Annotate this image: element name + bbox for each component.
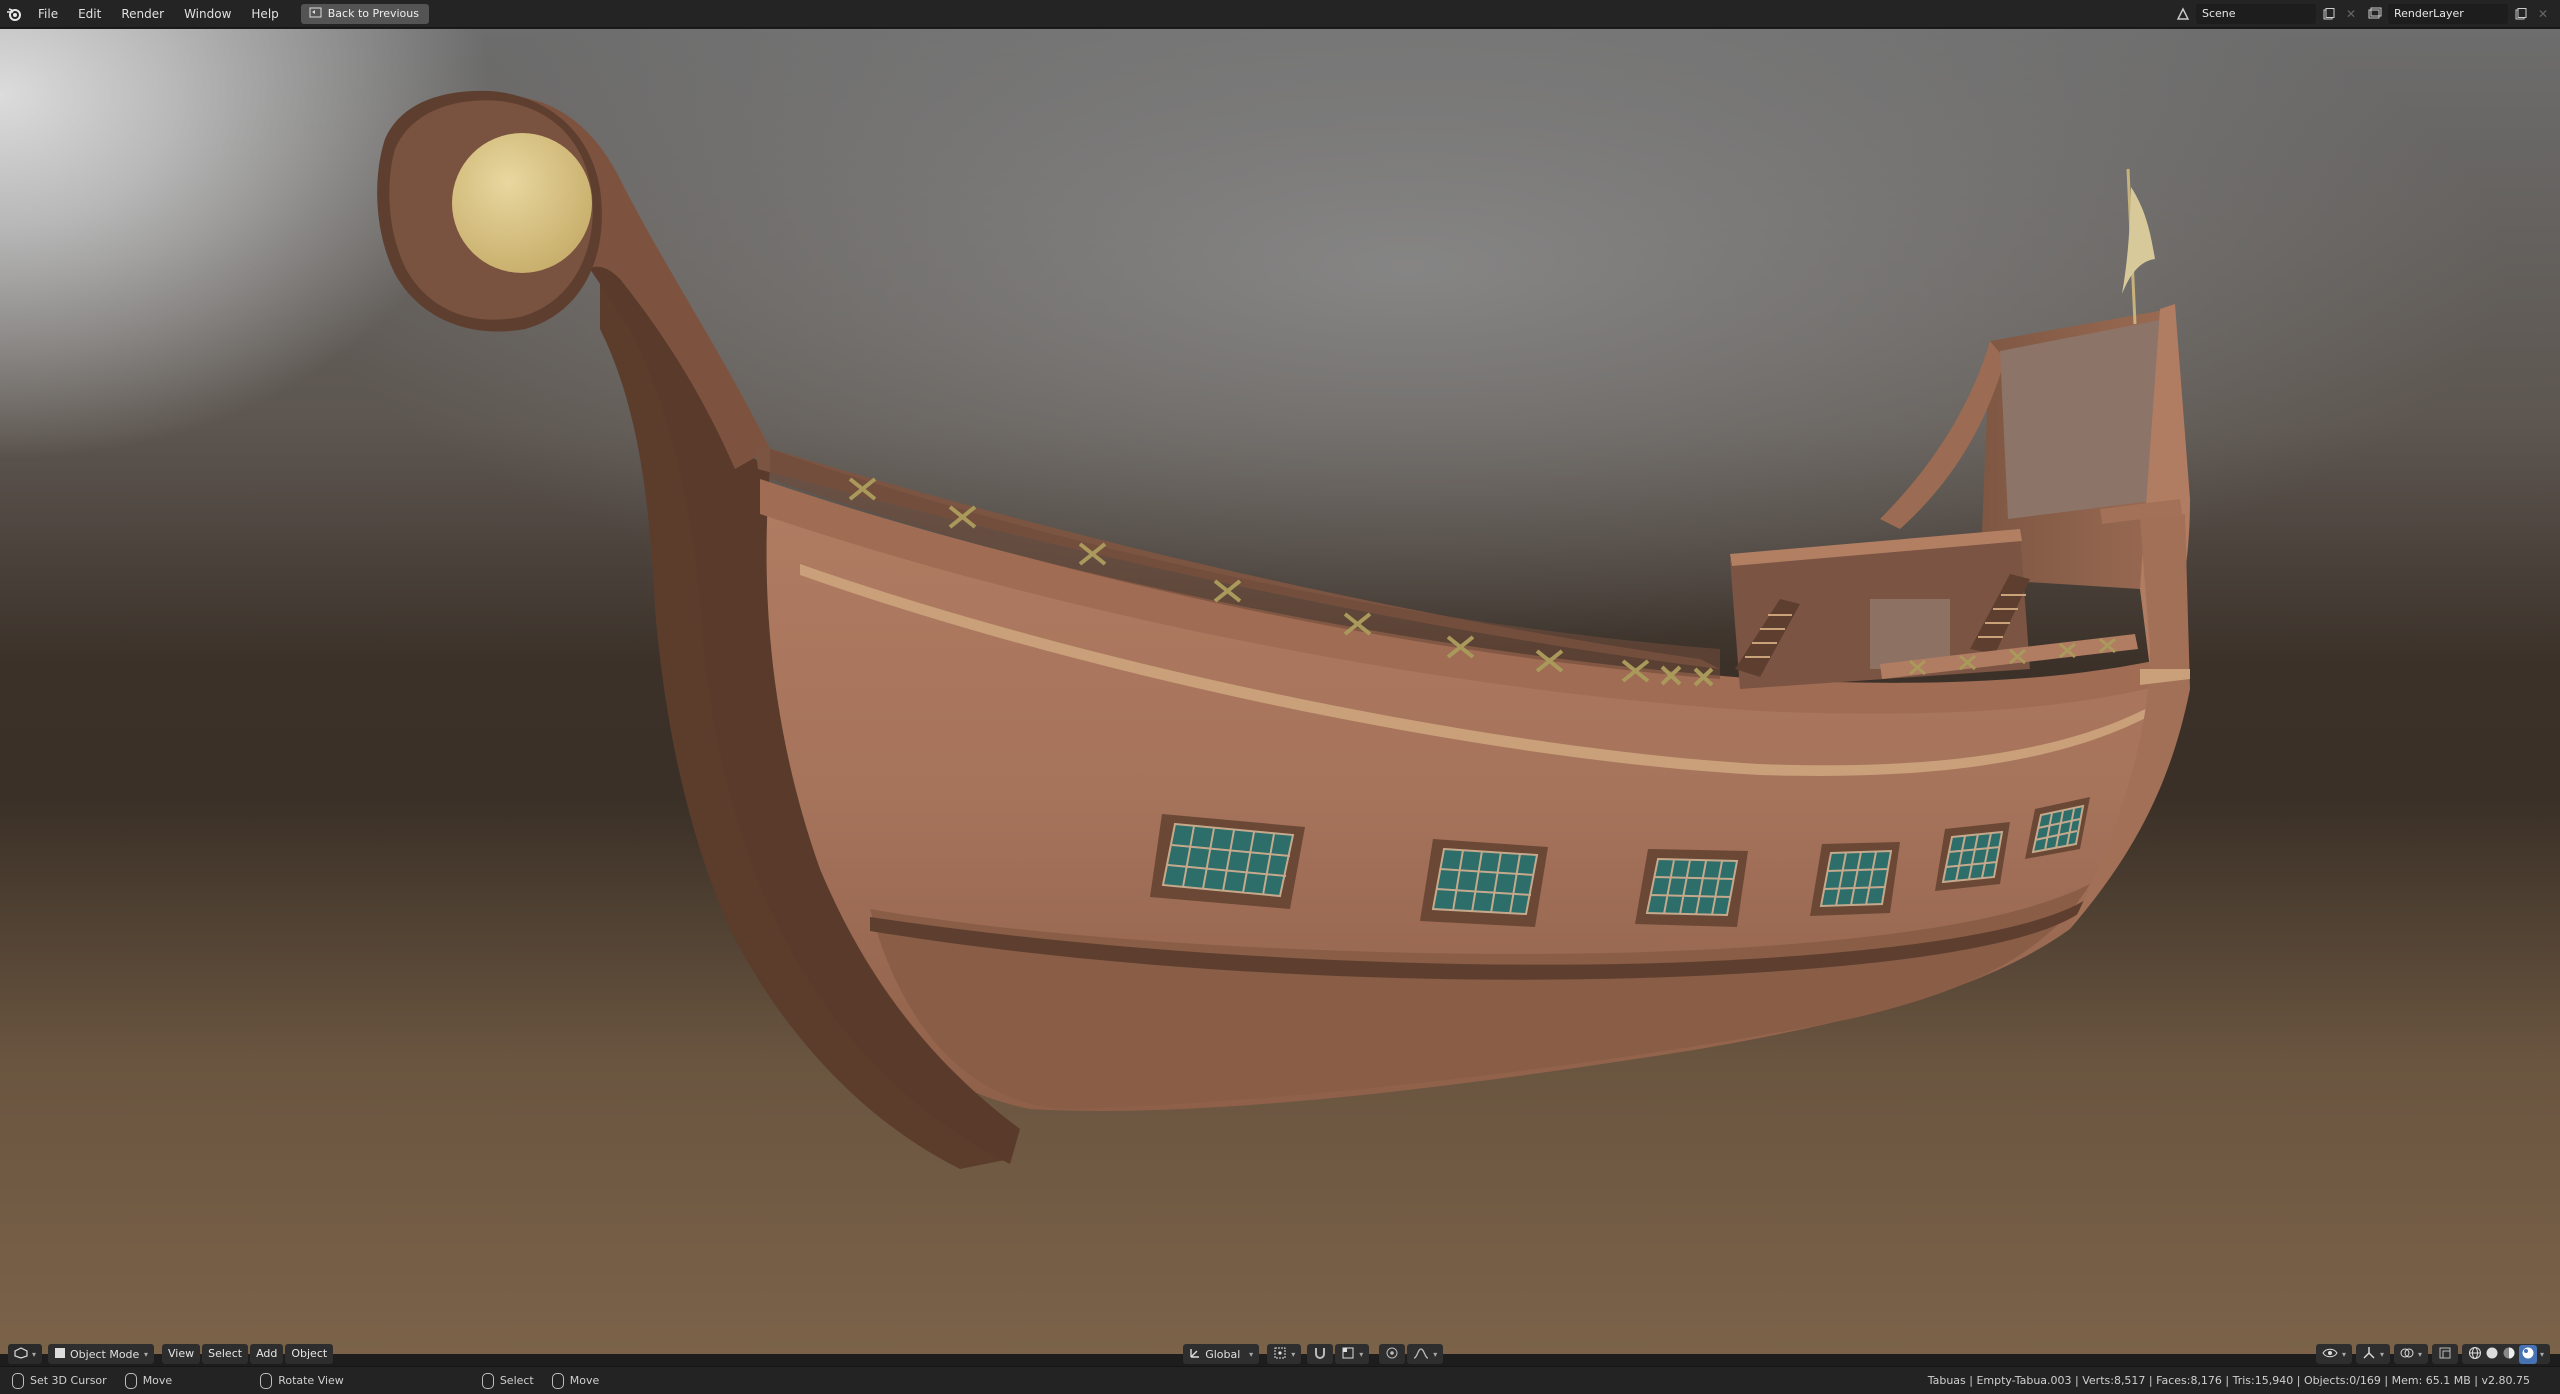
new-render-layer-icon[interactable]	[2512, 4, 2530, 24]
object-mode-label: Object Mode	[70, 1347, 140, 1361]
hint-set-3d-cursor: Set 3D Cursor	[12, 1372, 107, 1389]
chevron-down-icon: ▾	[2417, 1349, 2422, 1359]
chevron-down-icon: ▾	[1291, 1349, 1296, 1359]
xray-icon	[2438, 1346, 2452, 1363]
scene-statistics: Tabuas | Empty-Tabua.003 | Verts:8,517 |…	[1927, 1374, 2530, 1387]
hint-rotate-view: Rotate View	[260, 1372, 344, 1389]
mouse-left-drag-icon	[124, 1372, 137, 1389]
snap-increment-icon	[1341, 1346, 1355, 1363]
flag	[2122, 187, 2155, 294]
stern-wall	[2000, 319, 2168, 519]
xray-toggle[interactable]	[2431, 1344, 2458, 1364]
mouse-right-drag-icon	[551, 1372, 564, 1389]
chevron-down-icon: ▾	[2341, 1349, 2346, 1359]
hull-window	[1150, 814, 1305, 909]
wireframe-shading-icon[interactable]	[2468, 1346, 2482, 1363]
delete-render-layer-icon[interactable]: ✕	[2534, 4, 2552, 24]
hull-window	[1935, 822, 2010, 891]
hint-label: Set 3D Cursor	[30, 1374, 107, 1387]
menu-object[interactable]: Object	[285, 1344, 334, 1364]
overlays-dropdown[interactable]: ▾	[2393, 1344, 2428, 1364]
mouse-left-icon	[12, 1372, 24, 1389]
magnet-icon	[1313, 1346, 1327, 1363]
menu-window[interactable]: Window	[174, 0, 241, 28]
menu-help[interactable]: Help	[241, 0, 288, 28]
hint-label: Move	[569, 1374, 600, 1387]
orientation-icon	[1189, 1347, 1201, 1362]
top-right-controls: Scene ✕ RenderLayer ✕	[2174, 0, 2560, 28]
render-layer-icon[interactable]	[2366, 4, 2384, 24]
scene-name-field[interactable]: Scene	[2196, 4, 2316, 24]
chevron-down-icon: ▾	[32, 1349, 37, 1359]
menu-render[interactable]: Render	[111, 0, 174, 28]
chevron-down-icon: ▾	[1433, 1349, 1438, 1359]
hull-window	[1420, 839, 1548, 927]
object-mode-icon	[54, 1347, 66, 1362]
3d-viewport-icon	[14, 1346, 28, 1362]
chevron-down-icon: ▾	[1249, 1349, 1254, 1359]
snap-toggle[interactable]	[1307, 1344, 1334, 1364]
menu-view[interactable]: View	[162, 1344, 201, 1364]
shading-mode-group[interactable]: ▾	[2461, 1344, 2550, 1364]
menu-select[interactable]: Select	[202, 1344, 249, 1364]
proportional-edit-icon	[1385, 1346, 1399, 1363]
proportional-editing-toggle[interactable]	[1379, 1344, 1406, 1364]
menu-add[interactable]: Add	[250, 1344, 284, 1364]
hull-window	[1810, 842, 1900, 916]
chevron-down-icon: ▾	[144, 1349, 149, 1359]
transform-orientation-dropdown[interactable]: Global ▾	[1183, 1344, 1260, 1364]
hint-select: Select	[481, 1372, 534, 1389]
moon-ornament	[452, 133, 592, 273]
gizmo-dropdown[interactable]: ▾	[2355, 1344, 2390, 1364]
transform-orientation-label: Global	[1205, 1347, 1241, 1361]
viewport-header-right: ▾ ▾ ▾ ▾	[2315, 1344, 2552, 1364]
screen-back-icon	[309, 7, 322, 21]
back-to-previous-button[interactable]: Back to Previous	[300, 3, 429, 24]
hint-label: Rotate View	[278, 1374, 344, 1387]
hint-label: Move	[142, 1374, 173, 1387]
3d-viewport[interactable]	[0, 29, 2560, 1354]
menu-edit[interactable]: Edit	[68, 0, 111, 28]
ship-model	[377, 90, 2190, 1169]
menu-file[interactable]: File	[28, 0, 68, 28]
top-bar: File Edit Render Window Help Back to Pre…	[0, 0, 2560, 28]
mouse-right-icon	[481, 1372, 494, 1389]
solid-shading-icon[interactable]	[2485, 1346, 2499, 1363]
render-layer-name-field[interactable]: RenderLayer	[2388, 4, 2508, 24]
proportional-falloff-dropdown[interactable]: ▾	[1407, 1344, 1444, 1364]
hint-move: Move	[124, 1372, 173, 1389]
eye-icon	[2322, 1347, 2338, 1362]
material-preview-icon[interactable]	[2502, 1346, 2516, 1363]
overlays-icon	[2400, 1346, 2414, 1363]
chevron-down-icon: ▾	[2379, 1349, 2384, 1359]
object-visibility-dropdown[interactable]: ▾	[2315, 1344, 2352, 1364]
back-to-previous-label: Back to Previous	[327, 7, 419, 20]
viewport-header: ▾ Object Mode ▾ View Select Add Object G…	[0, 1343, 2560, 1365]
rendered-shading-icon[interactable]	[2518, 1344, 2537, 1364]
hull-window	[1635, 849, 1748, 927]
scene-icon[interactable]	[2174, 4, 2192, 24]
scene-selector[interactable]: Scene ✕	[2174, 4, 2360, 24]
delete-scene-icon[interactable]: ✕	[2342, 4, 2360, 24]
pivot-point-button[interactable]: ▾	[1267, 1344, 1302, 1364]
pivot-icon	[1273, 1346, 1287, 1363]
blender-logo-icon[interactable]	[0, 0, 28, 28]
status-bar: Set 3D Cursor Move Rotate View Select Mo…	[0, 1366, 2560, 1394]
hint-move-right: Move	[551, 1372, 600, 1389]
render-layer-selector[interactable]: RenderLayer ✕	[2366, 4, 2552, 24]
falloff-curve-icon	[1413, 1347, 1429, 1362]
chevron-down-icon: ▾	[2539, 1349, 2544, 1359]
new-scene-icon[interactable]	[2320, 4, 2338, 24]
snap-element-dropdown[interactable]: ▾	[1335, 1344, 1370, 1364]
object-mode-dropdown[interactable]: Object Mode ▾	[48, 1344, 155, 1364]
gizmo-icon	[2362, 1346, 2376, 1363]
mouse-middle-icon	[260, 1372, 273, 1389]
chevron-down-icon: ▾	[1359, 1349, 1364, 1359]
editor-type-button[interactable]: ▾	[8, 1344, 43, 1364]
hint-label: Select	[499, 1374, 534, 1387]
